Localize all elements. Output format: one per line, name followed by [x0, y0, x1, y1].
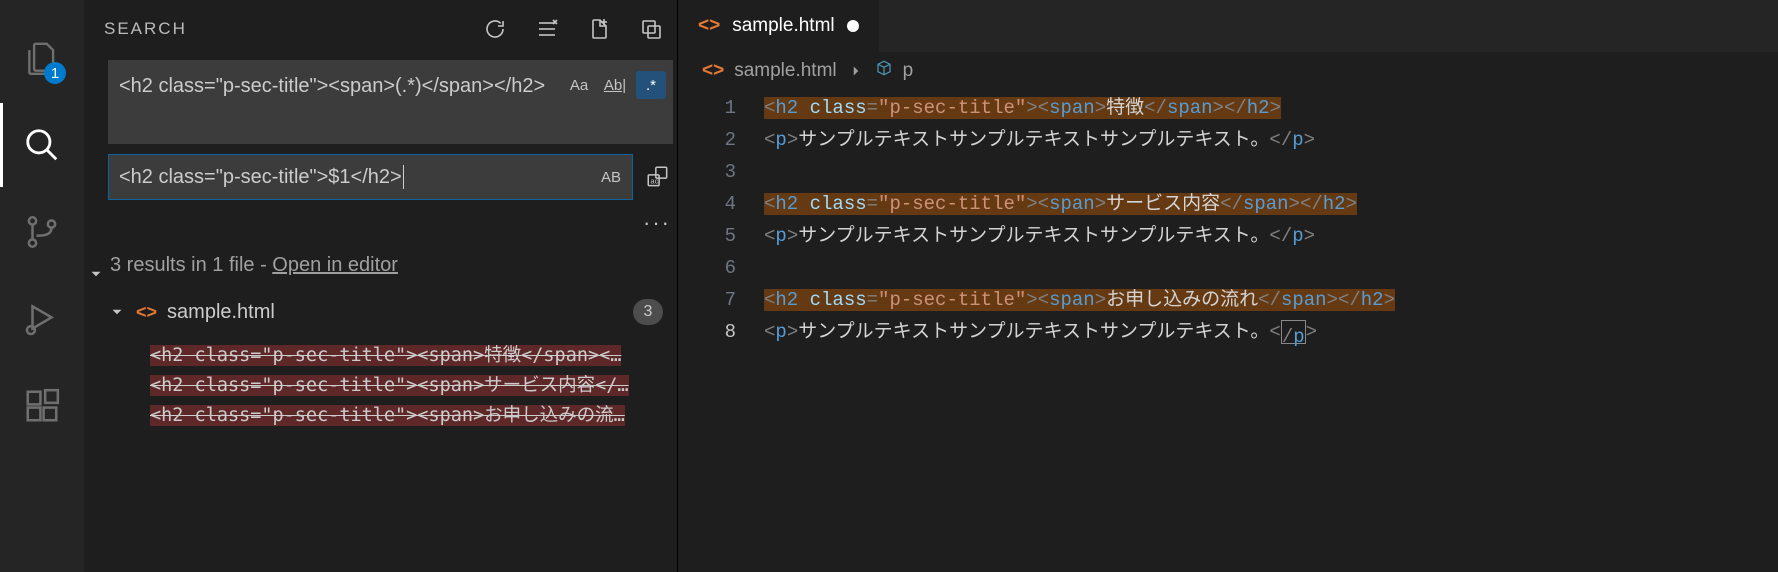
dirty-indicator-icon: [847, 20, 859, 32]
tab-label: sample.html: [732, 15, 834, 37]
chevron-down-icon: [87, 265, 105, 283]
search-result-summary: 3 results in 1 file - Open in editor: [108, 246, 673, 283]
code-line[interactable]: <p>サンプルテキストサンプルテキストサンプルテキスト。</p>: [764, 124, 1778, 156]
html-file-icon: <>: [136, 302, 157, 323]
regex-toggle[interactable]: .*: [636, 71, 666, 99]
replace-all-icon: ac: [645, 164, 671, 190]
activity-source-control[interactable]: [0, 190, 84, 274]
activity-run[interactable]: [0, 277, 84, 361]
search-panel: SEARCH <h2 class="p-sec-title"><span>(.*…: [84, 0, 678, 572]
result-file-name: sample.html: [167, 301, 623, 324]
new-file-icon: [587, 17, 611, 41]
preserve-case-toggle[interactable]: AB: [596, 163, 626, 191]
svg-text:ac: ac: [650, 177, 658, 186]
collapse-button[interactable]: [639, 17, 663, 41]
chevron-right-icon: [847, 62, 865, 80]
replace-all-button[interactable]: ac: [643, 162, 673, 192]
breadcrumbs[interactable]: <> sample.html p: [678, 52, 1778, 90]
search-title: SEARCH: [104, 19, 187, 39]
breadcrumb-file[interactable]: sample.html: [734, 60, 836, 82]
replace-input-value: <h2 class="p-sec-title">$1</h2>: [119, 162, 596, 193]
refresh-button[interactable]: [483, 17, 507, 41]
search-match[interactable]: <h2 class="p-sec-title"><span>サービス内容</…: [150, 369, 673, 399]
run-debug-icon: [23, 300, 61, 338]
code-line[interactable]: <h2 class="p-sec-title"><span>サービス内容</sp…: [764, 188, 1778, 220]
clear-icon: [535, 17, 559, 41]
search-icon: [23, 126, 61, 164]
match-case-toggle[interactable]: Aa: [564, 71, 594, 99]
refresh-icon: [483, 17, 507, 41]
code-line[interactable]: [764, 156, 1778, 188]
clear-button[interactable]: [535, 17, 559, 41]
replace-input[interactable]: <h2 class="p-sec-title">$1</h2> AB: [108, 154, 633, 200]
extensions-icon: [23, 387, 61, 425]
search-header-actions: [483, 17, 663, 41]
search-header: SEARCH: [84, 0, 677, 58]
result-file-row[interactable]: <> sample.html 3: [108, 293, 673, 329]
result-count-badge: 3: [633, 299, 663, 325]
code-content[interactable]: <h2 class="p-sec-title"><span>特徴</span><…: [764, 92, 1778, 572]
code-line[interactable]: <p>サンプルテキストサンプルテキストサンプルテキスト。</p>: [764, 316, 1778, 348]
tab-sample-html[interactable]: <> sample.html: [678, 0, 879, 52]
html-file-icon: <>: [698, 15, 720, 37]
new-file-button[interactable]: [587, 17, 611, 41]
activity-explorer[interactable]: 1: [0, 16, 84, 100]
search-input[interactable]: <h2 class="p-sec-title"><span>(.*)</span…: [108, 60, 673, 144]
whole-word-toggle[interactable]: Ab|: [600, 71, 630, 99]
git-branch-icon: [23, 213, 61, 251]
editor-area: <> sample.html <> sample.html p 12345678…: [678, 0, 1778, 572]
breadcrumb-symbol[interactable]: p: [903, 60, 914, 82]
search-match[interactable]: <h2 class="p-sec-title"><span>特徴</span><…: [150, 339, 673, 369]
line-number-gutter: 12345678: [678, 92, 764, 572]
search-body: <h2 class="p-sec-title"><span>(.*)</span…: [84, 58, 677, 429]
symbol-icon: [875, 59, 893, 83]
activity-search[interactable]: [0, 103, 84, 187]
activity-extensions[interactable]: [0, 364, 84, 448]
explorer-badge: 1: [44, 62, 66, 84]
code-line[interactable]: <p>サンプルテキストサンプルテキストサンプルテキスト。</p>: [764, 220, 1778, 252]
collapse-icon: [639, 17, 663, 41]
code-area[interactable]: 12345678 <h2 class="p-sec-title"><span>特…: [678, 90, 1778, 572]
activity-bar: 1: [0, 0, 84, 572]
search-input-value: <h2 class="p-sec-title"><span>(.*)</span…: [119, 71, 564, 102]
toggle-search-details[interactable]: ···: [108, 210, 673, 236]
chevron-down-icon[interactable]: [108, 303, 126, 321]
tab-bar: <> sample.html: [678, 0, 1778, 52]
search-match[interactable]: <h2 class="p-sec-title"><span>お申し込みの流…: [150, 399, 673, 429]
toggle-replace[interactable]: [84, 60, 108, 429]
code-line[interactable]: <h2 class="p-sec-title"><span>お申し込みの流れ</…: [764, 284, 1778, 316]
open-in-editor-link[interactable]: Open in editor: [272, 254, 398, 276]
code-line[interactable]: [764, 252, 1778, 284]
code-line[interactable]: <h2 class="p-sec-title"><span>特徴</span><…: [764, 92, 1778, 124]
html-file-icon: <>: [702, 60, 724, 82]
